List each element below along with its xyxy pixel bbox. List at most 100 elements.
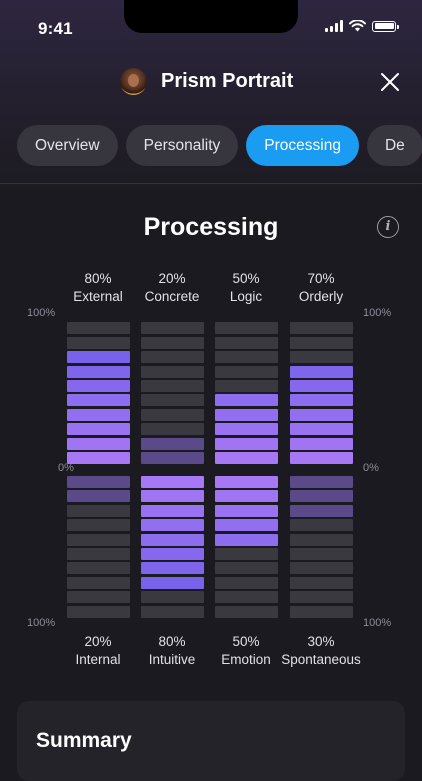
tab-overview[interactable]: Overview bbox=[17, 125, 118, 166]
bar-segment-top bbox=[67, 336, 130, 349]
bar-segment-top bbox=[290, 423, 353, 436]
column-bottom-percent: 20% bbox=[84, 634, 112, 649]
scale-label-top-right: 100% bbox=[363, 307, 392, 319]
bar-segment-top bbox=[67, 380, 130, 392]
bar-segment-bottom bbox=[215, 576, 278, 589]
bar-column-orderly-spontaneous bbox=[290, 320, 353, 620]
bar-segment-bottom bbox=[141, 591, 204, 604]
bar-segment-top bbox=[215, 351, 278, 364]
summary-card[interactable]: Summary bbox=[17, 701, 405, 781]
bar-segment-bottom bbox=[67, 533, 130, 546]
bar-segment-top bbox=[290, 380, 353, 392]
column-top-percent: 20% bbox=[158, 271, 186, 286]
bar-segment-bottom bbox=[67, 605, 130, 618]
bar-segment-bottom bbox=[215, 476, 278, 488]
column-header-orderly: 70% Orderly bbox=[286, 270, 356, 306]
column-footer-intuitive: 80% Intuitive bbox=[137, 633, 207, 669]
bar-segment-bottom bbox=[67, 562, 130, 575]
bar-segment-top bbox=[215, 380, 278, 392]
bar-segment-bottom bbox=[141, 548, 204, 560]
bar-segment-top bbox=[215, 437, 278, 450]
bar-segment-bottom bbox=[290, 519, 353, 532]
bar-segment-top bbox=[290, 322, 353, 335]
bar-segment-top bbox=[67, 437, 130, 450]
column-top-percent: 70% bbox=[307, 271, 335, 286]
bar-segment-bottom bbox=[215, 504, 278, 517]
column-top-label: Orderly bbox=[298, 289, 344, 304]
bar-segment-bottom bbox=[215, 605, 278, 618]
bar-segment-bottom bbox=[141, 605, 204, 618]
column-bottom-percent: 50% bbox=[232, 634, 260, 649]
summary-title: Summary bbox=[36, 729, 132, 752]
bar-segment-top bbox=[141, 452, 204, 464]
bar-segment-bottom bbox=[67, 490, 130, 503]
bar-segment-top bbox=[67, 423, 130, 436]
bar-segment-top bbox=[141, 336, 204, 349]
divider bbox=[0, 183, 422, 184]
bar-segment-top bbox=[215, 336, 278, 349]
bar-segment-top bbox=[141, 423, 204, 436]
bar-segment-top bbox=[141, 408, 204, 421]
column-footer-internal: 20% Internal bbox=[63, 633, 133, 669]
bar-segment-top bbox=[290, 408, 353, 421]
info-icon[interactable]: i bbox=[377, 216, 399, 238]
bar-segment-bottom bbox=[215, 562, 278, 575]
bar-segment-top bbox=[67, 452, 130, 464]
header: Prism Portrait bbox=[0, 68, 422, 98]
bar-segment-top bbox=[290, 351, 353, 364]
column-bottom-percent: 80% bbox=[158, 634, 186, 649]
bar-segment-top bbox=[290, 452, 353, 464]
close-icon[interactable] bbox=[378, 70, 402, 94]
tab-processing[interactable]: Processing bbox=[246, 125, 359, 166]
avatar bbox=[120, 68, 147, 95]
bar-segment-bottom bbox=[215, 533, 278, 546]
bar-segment-top bbox=[215, 394, 278, 407]
bar-segment-top bbox=[141, 351, 204, 364]
tab-details[interactable]: De bbox=[366, 125, 422, 166]
scale-label-bottom-right: 100% bbox=[363, 617, 392, 629]
bar-segment-top bbox=[215, 322, 278, 335]
column-header-logic: 50% Logic bbox=[211, 270, 281, 306]
bar-segment-bottom bbox=[67, 591, 130, 604]
bar-segment-top bbox=[141, 322, 204, 335]
bar-segment-bottom bbox=[290, 605, 353, 618]
bar-segment-bottom bbox=[290, 504, 353, 517]
bar-segment-top bbox=[141, 380, 204, 392]
column-bottom-label: Emotion bbox=[221, 652, 271, 667]
bar-segment-top bbox=[67, 365, 130, 378]
tab-bar: Overview Personality Processing De bbox=[17, 125, 422, 166]
scale-label-top-left: 100% bbox=[27, 307, 56, 319]
bar-segment-top bbox=[215, 408, 278, 421]
column-top-label: Concrete bbox=[144, 289, 200, 304]
status-time: 9:41 bbox=[38, 19, 73, 38]
scale-label-mid-right: 0% bbox=[363, 462, 379, 474]
cellular-signal-icon bbox=[325, 20, 343, 32]
column-bottom-label: Spontaneous bbox=[281, 652, 361, 667]
bar-segment-top bbox=[290, 394, 353, 407]
bar-segment-top bbox=[141, 394, 204, 407]
wifi-icon bbox=[349, 20, 366, 32]
bar-segment-bottom bbox=[290, 591, 353, 604]
bar-segment-bottom bbox=[141, 476, 204, 488]
bar-segment-top bbox=[67, 351, 130, 364]
bar-column-concrete-intuitive bbox=[141, 320, 204, 620]
bar-segment-bottom bbox=[67, 504, 130, 517]
bar-segment-bottom bbox=[67, 519, 130, 532]
bar-segment-bottom bbox=[67, 576, 130, 589]
column-footer-emotion: 50% Emotion bbox=[211, 633, 281, 669]
column-top-percent: 80% bbox=[84, 271, 112, 286]
bar-segment-bottom bbox=[141, 533, 204, 546]
page-title: Prism Portrait bbox=[161, 70, 294, 92]
bar-segment-top bbox=[215, 423, 278, 436]
tab-personality[interactable]: Personality bbox=[125, 125, 239, 166]
bar-segment-bottom bbox=[215, 591, 278, 604]
bar-segment-top bbox=[215, 452, 278, 464]
battery-icon bbox=[372, 20, 399, 32]
bar-column-external-internal bbox=[67, 320, 130, 620]
column-bottom-label: Intuitive bbox=[148, 652, 196, 667]
bar-segment-top bbox=[141, 365, 204, 378]
bar-segment-bottom bbox=[141, 519, 204, 532]
column-top-percent: 50% bbox=[232, 271, 260, 286]
bar-segment-bottom bbox=[141, 490, 204, 503]
bar-column-logic-emotion bbox=[215, 320, 278, 620]
